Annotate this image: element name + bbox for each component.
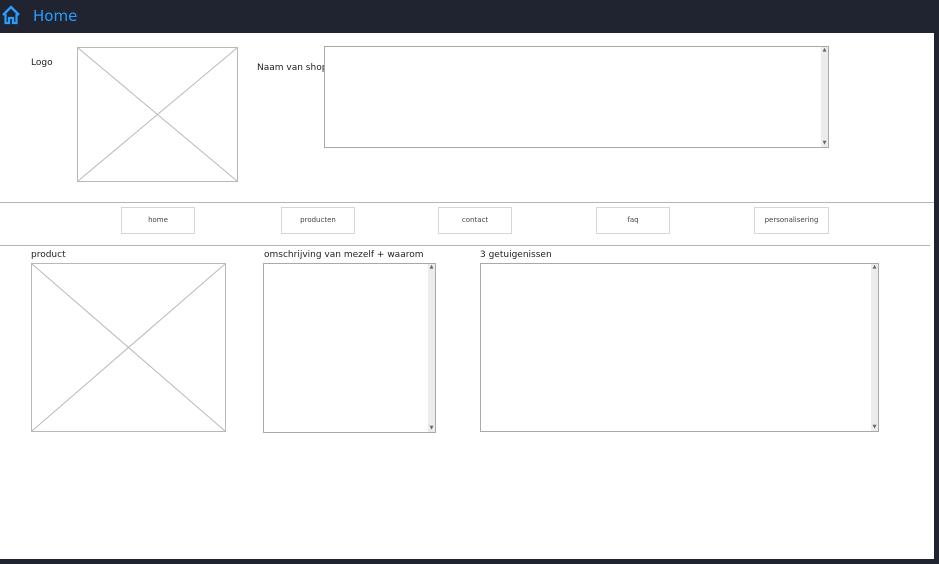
scroll-down-icon[interactable]: ▼ [871, 425, 878, 430]
nav-button-contact[interactable]: contact [438, 207, 512, 234]
divider [0, 202, 934, 203]
nav-button-producten[interactable]: producten [281, 207, 355, 234]
logo-image-placeholder [77, 47, 238, 182]
testimonials-textarea[interactable]: ▲ ▼ [480, 263, 879, 432]
product-image-placeholder [31, 263, 226, 432]
shop-name-label: Naam van shop [257, 63, 328, 73]
scroll-down-icon[interactable]: ▼ [428, 426, 435, 431]
scroll-down-icon[interactable]: ▼ [821, 141, 828, 146]
scroll-up-icon[interactable]: ▲ [871, 265, 878, 270]
scrollbar[interactable]: ▲ ▼ [821, 47, 828, 147]
description-label: omschrijving van mezelf + waarom [264, 250, 424, 260]
product-label: product [31, 250, 66, 260]
logo-label: Logo [31, 58, 53, 68]
shop-name-textarea[interactable]: ▲ ▼ [324, 46, 829, 148]
wireframe-canvas: Logo Naam van shop ▲ ▼ home producten co… [0, 33, 934, 559]
home-icon[interactable] [1, 5, 21, 25]
page-title: Home [33, 7, 78, 25]
divider [0, 245, 930, 246]
scrollbar[interactable]: ▲ ▼ [871, 264, 878, 431]
nav-button-faq[interactable]: faq [596, 207, 670, 234]
scrollbar[interactable]: ▲ ▼ [428, 264, 435, 432]
testimonials-label: 3 getuigenissen [480, 250, 552, 260]
scroll-up-icon[interactable]: ▲ [428, 265, 435, 270]
nav-button-personalisering[interactable]: personalisering [754, 207, 829, 234]
description-textarea[interactable]: ▲ ▼ [263, 263, 436, 433]
scroll-up-icon[interactable]: ▲ [821, 48, 828, 53]
nav-button-home[interactable]: home [121, 207, 195, 234]
title-bar: Home [0, 0, 939, 33]
